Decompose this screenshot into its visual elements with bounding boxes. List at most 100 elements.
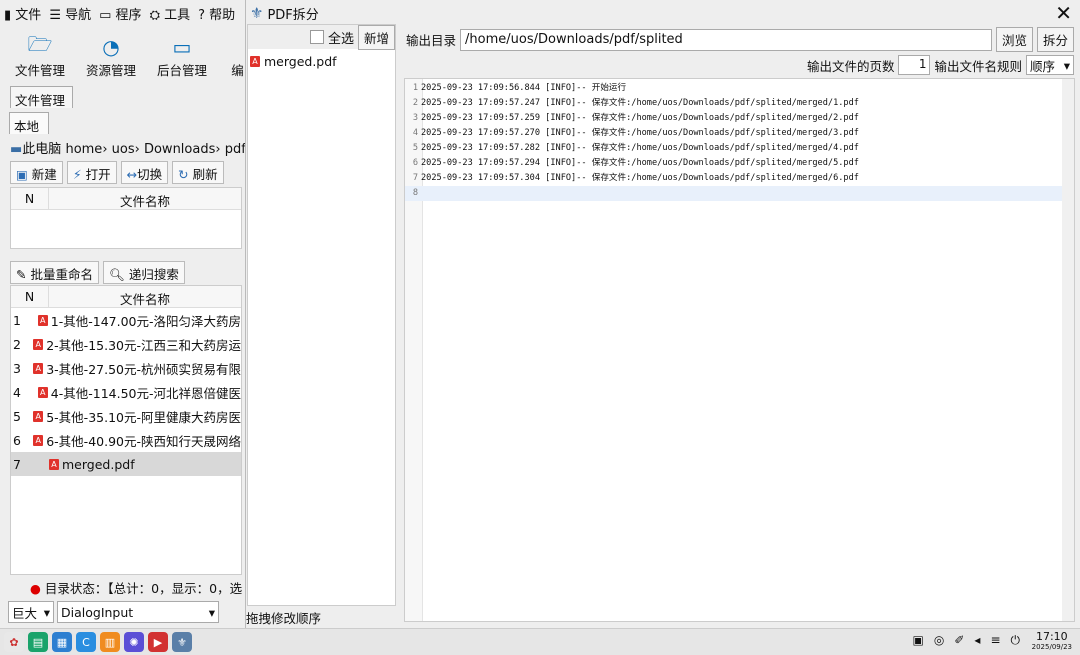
taskbar: ✿ ▤ ▦ C ▥ ✺ ▶ ⚜ ▣ ◎ ✐ ◂ ≡ ⏻ 17:10 2025/0…	[0, 628, 1080, 655]
crumb-pdf[interactable]: pdf	[225, 142, 245, 157]
files-icon[interactable]: ▥	[100, 632, 120, 652]
table-row[interactable]: 6 A 6-其他-40.90元-陕西知行天晟网络	[11, 428, 241, 452]
refresh-button[interactable]: ↻ 刷新	[172, 161, 224, 184]
pdf-icon: A	[33, 410, 44, 422]
list-item[interactable]: A merged.pdf	[248, 49, 395, 73]
split-button[interactable]: 拆分	[1036, 27, 1074, 52]
close-icon[interactable]: ✕	[1055, 1, 1072, 25]
directory-status: ● 目录状态：【总计：0，显示：0，选	[30, 581, 243, 596]
log-line: 1 2025-09-23 17:09:56.844 [INFO]-- 开始运行	[412, 83, 627, 93]
menu-help[interactable]: ? 帮助	[198, 4, 235, 23]
launcher-icon[interactable]: ✿	[4, 632, 24, 652]
menu-program[interactable]: ▭ 程序	[99, 4, 141, 23]
select-all-checkbox[interactable]	[309, 30, 324, 44]
log-line: 6 2025-09-23 17:09:57.294 [INFO]-- 保存文件:/…	[412, 158, 859, 168]
col-n[interactable]: N	[11, 286, 49, 307]
pdf-icon: A	[33, 362, 44, 374]
settings-icon[interactable]: ✺	[124, 632, 144, 652]
store-icon[interactable]: ▦	[52, 632, 72, 652]
crumb-downloads[interactable]: Downloads›	[144, 142, 221, 157]
power-icon[interactable]: ⏻	[1011, 633, 1021, 648]
output-dir-input[interactable]: /home/uos/Downloads/pdf/splited	[460, 28, 992, 51]
table-row[interactable]: 1 A 1-其他-147.00元-洛阳匀泽大药房	[11, 308, 241, 332]
pen-icon[interactable]: ✐	[954, 633, 964, 648]
pdf-icon: A	[49, 458, 59, 470]
select-all-label[interactable]: 全选	[328, 28, 354, 47]
volume-icon[interactable]: ◂	[974, 633, 980, 648]
table-row[interactable]: 7 Amerged.pdf	[11, 452, 241, 476]
log-line: 8	[405, 186, 1062, 201]
network-icon[interactable]: ◎	[934, 633, 944, 648]
clock[interactable]: 17:10 2025/09/23	[1032, 631, 1072, 653]
menu-nav[interactable]: ☰ 导航	[49, 4, 91, 23]
folder-icon: 🗁	[27, 32, 53, 56]
pages-label: 输出文件的页数	[806, 58, 895, 74]
pdf-icon: A	[37, 314, 48, 326]
breadcrumb: ▬此电脑 home› uos› Downloads› pdf	[10, 138, 245, 158]
app-icon: ⚜	[250, 4, 264, 22]
table-header: N 文件名称	[11, 286, 241, 308]
lower-file-table: N 文件名称 1 A 1-其他-147.00元-洛阳匀泽大药房 2 A 2-其他-15.…	[10, 285, 242, 575]
log-line: 3 2025-09-23 17:09:57.259 [INFO]-- 保存文件:/…	[412, 113, 859, 123]
pages-stepper[interactable]: 1	[898, 55, 931, 75]
dialog-title: PDF拆分	[267, 7, 319, 23]
log-scrollbar[interactable]	[1062, 79, 1074, 621]
keyboard-icon[interactable]: ▣	[913, 633, 924, 648]
terminal-icon[interactable]: ▤	[28, 632, 48, 652]
pdf-file-list: 全选 新增 A merged.pdf	[247, 24, 396, 606]
list-header: 全选 新增	[248, 24, 395, 50]
big-button-bar: 🗁 文件管理 ◔ 资源管理 ▭ 后台管理 编	[0, 32, 245, 86]
browser-icon[interactable]: C	[76, 632, 96, 652]
pdf-icon: A	[250, 55, 260, 67]
chevron-down-icon: ▾	[1063, 57, 1070, 73]
tab-local[interactable]: 本地	[9, 112, 49, 134]
edit-button[interactable]: 编	[230, 34, 245, 79]
pages-row: 输出文件的页数 1 输出文件名规则 顺序 ▾	[806, 54, 1074, 76]
switch-button[interactable]: ↔切换	[120, 161, 169, 184]
font-size-select[interactable]: 巨大 ▾	[8, 601, 54, 623]
rule-label: 输出文件名规则	[934, 58, 1022, 74]
batch-rename-button[interactable]: ✎ 批量重命名	[10, 261, 99, 284]
open-button[interactable]: ⚡ 打开	[66, 161, 117, 184]
new-button[interactable]: ▣ 新建	[10, 161, 63, 184]
col-n[interactable]: N	[11, 188, 49, 209]
font-family-select[interactable]: DialogInput ▾	[57, 601, 219, 623]
table-row[interactable]: 5 A 5-其他-35.10元-阿里健康大药房医	[11, 404, 241, 428]
backend-manage-button[interactable]: ▭ 后台管理	[152, 34, 212, 79]
file-manager-window: ▮ 文件 ☰ 导航 ▭ 程序 ⛭ 工具 ? 帮助 🗁 文件管理 ◔ 资源管理 ▭ 后台…	[0, 0, 245, 628]
crumb-pc[interactable]: 此电脑	[22, 142, 61, 157]
menu-file[interactable]: ▮ 文件	[4, 4, 41, 23]
output-dir-label: 输出目录	[406, 33, 457, 48]
font-settings: 巨大 ▾ DialogInput ▾	[8, 601, 245, 623]
recursive-search-button[interactable]: 🔍︎ 递归搜索	[102, 261, 185, 284]
menu-tools[interactable]: ⛭ 工具	[150, 4, 191, 23]
col-name[interactable]: 文件名称	[49, 286, 241, 307]
pdf-icon: A	[37, 386, 48, 398]
log-output[interactable]: 1 2025-09-23 17:09:56.844 [INFO]-- 开始运行 2…	[404, 78, 1075, 622]
file-manage-button[interactable]: 🗁 文件管理	[12, 32, 68, 79]
folder-icon: ▬	[10, 142, 23, 157]
pdf-split-dialog: ⚜ PDF拆分 ✕ 全选 新增 A merged.pdf 拖拽修改顺序 输出目录…	[245, 0, 1080, 628]
pdf-tool-icon[interactable]: ⚜	[172, 632, 192, 652]
file-toolbar: ▣ 新建 ⚡ 打开 ↔切换 ↻ 刷新	[10, 161, 245, 185]
crumb-uos[interactable]: uos›	[112, 142, 140, 157]
resource-manage-button[interactable]: ◔ 资源管理	[82, 34, 140, 79]
chevron-down-icon: ▾	[43, 604, 50, 620]
pdf-icon: A	[33, 434, 44, 446]
table-row[interactable]: 4 A 4-其他-114.50元-河北祥恩倍健医	[11, 380, 241, 404]
table-row[interactable]: 2 A 2-其他-15.30元-江西三和大药房运	[11, 332, 241, 356]
table-row[interactable]: 3 A 3-其他-27.50元-杭州硕实贸易有限	[11, 356, 241, 380]
pdf-icon: A	[33, 338, 44, 350]
browse-button[interactable]: 浏览	[995, 27, 1033, 52]
upper-file-table: N 文件名称	[10, 187, 242, 249]
log-line: 7 2025-09-23 17:09:57.304 [INFO]-- 保存文件:/…	[412, 173, 859, 183]
add-button[interactable]: 新增	[357, 24, 395, 50]
monitor-icon: ▭	[172, 35, 192, 59]
app-icon[interactable]: ▶	[148, 632, 168, 652]
crumb-home[interactable]: home›	[65, 142, 107, 157]
drive-icon[interactable]: ≡	[990, 633, 1000, 648]
rule-select[interactable]: 顺序 ▾	[1026, 55, 1074, 75]
col-name[interactable]: 文件名称	[49, 188, 241, 209]
menubar: ▮ 文件 ☰ 导航 ▭ 程序 ⛭ 工具 ? 帮助	[0, 0, 245, 26]
tab-file-manager[interactable]: 文件管理	[10, 86, 73, 108]
